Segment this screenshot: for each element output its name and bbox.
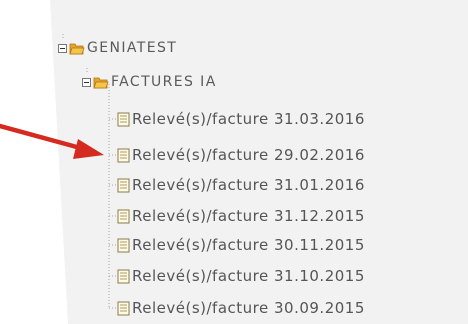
- file-tree-panel: GENIATEST FACTURES IA Relevé(s)/facture …: [0, 0, 468, 324]
- red-arrow-icon: [0, 123, 104, 159]
